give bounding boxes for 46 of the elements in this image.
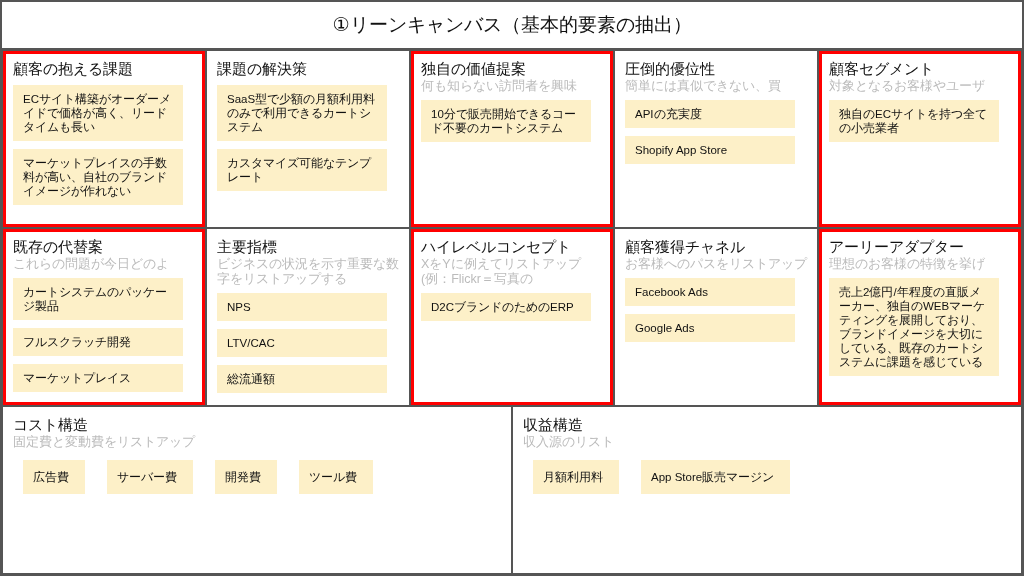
block-heading: 顧客セグメント (829, 59, 935, 79)
block-heading: アーリーアダプター (829, 237, 965, 257)
sticky-note: フルスクラッチ開発 (13, 328, 183, 356)
sticky-note: Facebook Ads (625, 278, 795, 306)
sticky-note: 売上2億円/年程度の直販メーカー、独自のWEBマーケティングを展開しており、ブランドイメージを大切にしている、既存のカートシステムに課題を感じている (829, 278, 999, 376)
block-heading: 顧客の抱える課題 (13, 59, 134, 79)
sticky-note: 総流通額 (217, 365, 387, 393)
block-heading: 圧倒的優位性 (625, 59, 716, 79)
sticky-note: 開発費 (215, 460, 277, 494)
block-hint: 簡単には真似できない、買 (625, 79, 782, 94)
sticky-note: カートシステムのパッケージ製品 (13, 278, 183, 320)
block-hint: 何も知らない訪問者を興味 (421, 79, 578, 94)
block-heading: 独自の価値提案 (421, 59, 527, 79)
sticky-note: 月額利用料 (533, 460, 619, 494)
sticky-note: マーケットプレイスの手数料が高い、自社のブランドイメージが作れない (13, 149, 183, 205)
canvas-title: ①リーンキャンバス（基本的要素の抽出） (2, 2, 1022, 50)
sticky-note: App Store販売マージン (641, 460, 791, 494)
sticky-note: ツール費 (299, 460, 373, 494)
sticky-note: LTV/CAC (217, 329, 387, 357)
sticky-note: SaaS型で少額の月額利用料のみで利用できるカートシステム (217, 85, 387, 141)
block-hint: これらの問題が今日どのよ (13, 257, 170, 272)
block-hint: ビジネスの状況を示す重要な数字をリストアップする (217, 257, 399, 287)
block-heading: コスト構造 (13, 415, 89, 435)
sticky-note: ECサイト構築がオーダーメイドで価格が高く、リードタイムも長い (13, 85, 183, 141)
block-hint: お客様へのパスをリストアップ (625, 257, 807, 272)
block-heading: ハイレベルコンセプト (421, 237, 572, 257)
sticky-note: 独自のECサイトを持つ全ての小売業者 (829, 100, 999, 142)
block-hint: 収入源のリスト (523, 435, 615, 450)
sticky-note: 広告費 (23, 460, 85, 494)
block-hint: XをYに例えてリストアップ(例：Flickr＝写真の (421, 257, 583, 287)
sticky-note: D2CブランドのためのERP (421, 293, 591, 321)
block-heading: 既存の代替案 (13, 237, 104, 257)
sticky-note: Shopify App Store (625, 136, 795, 164)
sticky-note: APIの充実度 (625, 100, 795, 128)
sticky-note: カスタマイズ可能なテンプレート (217, 149, 387, 191)
block-heading: 課題の解決策 (217, 59, 308, 79)
block-heading: 主要指標 (217, 237, 278, 257)
block-heading: 顧客獲得チャネル (625, 237, 746, 257)
sticky-note: Google Ads (625, 314, 795, 342)
sticky-note: マーケットプレイス (13, 364, 183, 392)
block-heading: 収益構造 (523, 415, 584, 435)
sticky-note: NPS (217, 293, 387, 321)
block-hint: 固定費と変動費をリストアップ (13, 435, 197, 450)
sticky-note: サーバー費 (107, 460, 193, 494)
block-hint: 理想のお客様の特徴を挙げ (829, 257, 986, 272)
sticky-note: 10分で販売開始できるコード不要のカートシステム (421, 100, 591, 142)
